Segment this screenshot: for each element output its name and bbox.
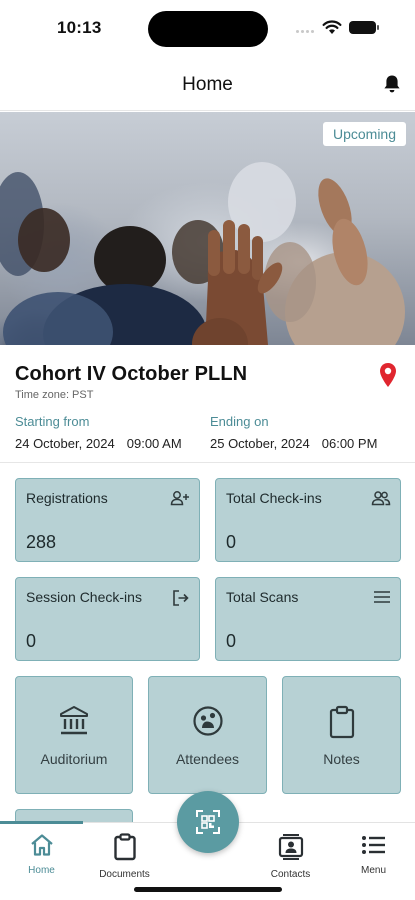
- tile-label: Attendees: [175, 751, 240, 767]
- stat-label: Session Check-ins: [26, 589, 142, 605]
- status-bar: 10:13: [0, 0, 415, 58]
- page-title: Home: [182, 74, 233, 95]
- face-icon: [192, 706, 223, 736]
- start-time: 09:00 AM: [126, 436, 182, 451]
- event-info: Cohort IV October PLLN Time zone: PST St…: [0, 345, 415, 463]
- tab-contacts[interactable]: Contacts: [249, 833, 332, 880]
- tile-auditorium[interactable]: Auditorium: [15, 676, 133, 794]
- building-icon: [60, 706, 88, 735]
- stat-label: Total Check-ins: [226, 490, 322, 506]
- event-banner-image: Upcoming: [0, 112, 415, 345]
- bell-icon[interactable]: [383, 74, 401, 94]
- scan-button[interactable]: [177, 791, 239, 853]
- end-date-value: 25 October, 2024 06:00 PM: [210, 436, 377, 451]
- stat-value: 288: [26, 532, 57, 552]
- end-date: 25 October, 2024: [210, 436, 310, 451]
- stat-value: 0: [26, 631, 37, 651]
- dynamic-island: [148, 11, 268, 47]
- tab-label: Menu: [360, 865, 386, 876]
- tab-documents[interactable]: Documents: [83, 833, 166, 880]
- status-badge: Upcoming: [322, 122, 406, 146]
- tab-menu[interactable]: Menu: [332, 833, 415, 876]
- event-timezone: Time zone: PST: [15, 389, 94, 401]
- start-date-value: 24 October, 2024 09:00 AM: [15, 436, 182, 451]
- start-date-label: Starting from: [15, 414, 90, 429]
- raised-hands-photo: [0, 162, 405, 345]
- group-icon: [371, 491, 391, 506]
- start-date: 24 October, 2024: [15, 436, 115, 451]
- qr-scan-icon: [196, 810, 220, 834]
- contacts-icon: [278, 834, 303, 860]
- tab-label: Documents: [99, 869, 150, 880]
- home-indicator: [134, 887, 282, 892]
- tile-notes[interactable]: Notes: [282, 676, 401, 794]
- end-date-block: Ending on 25 October, 2024 06:00 PM: [210, 414, 377, 451]
- location-pin-icon[interactable]: [379, 362, 397, 388]
- menu-icon: [361, 836, 385, 854]
- stat-card-total-check-ins[interactable]: Total Check-ins 0: [215, 478, 401, 562]
- battery-icon: [349, 21, 379, 34]
- tab-home[interactable]: Home: [0, 833, 83, 876]
- stat-value: 0: [226, 631, 237, 651]
- tab-label: Home: [28, 865, 55, 876]
- menu-lines-icon: [374, 591, 390, 603]
- tile-label: Notes: [323, 751, 360, 767]
- stat-card-registrations[interactable]: Registrations 288: [15, 478, 200, 562]
- stat-card-total-scans[interactable]: Total Scans 0: [215, 577, 401, 661]
- tile-label: Auditorium: [40, 751, 108, 767]
- stat-label: Total Scans: [226, 589, 299, 605]
- wifi-icon: [322, 20, 342, 34]
- end-date-label: Ending on: [210, 414, 269, 429]
- tab-label: Contacts: [270, 869, 311, 880]
- clipboard-icon: [113, 833, 136, 861]
- status-time: 10:13: [57, 18, 102, 37]
- stat-label: Registrations: [26, 490, 108, 506]
- stat-value: 0: [226, 532, 237, 552]
- stat-card-session-check-ins[interactable]: Session Check-ins 0: [15, 577, 200, 661]
- tile-attendees[interactable]: Attendees: [148, 676, 267, 794]
- login-icon: [173, 590, 189, 606]
- add-person-icon: [170, 491, 189, 506]
- app-header: Home: [0, 58, 415, 111]
- home-icon: [30, 834, 53, 856]
- event-title: Cohort IV October PLLN: [15, 363, 248, 385]
- clipboard-icon: [329, 705, 354, 739]
- start-date-block: Starting from 24 October, 2024 09:00 AM: [15, 414, 182, 451]
- end-time: 06:00 PM: [321, 436, 378, 451]
- signal-dots-icon: [296, 30, 316, 34]
- active-tab-indicator: [0, 821, 83, 824]
